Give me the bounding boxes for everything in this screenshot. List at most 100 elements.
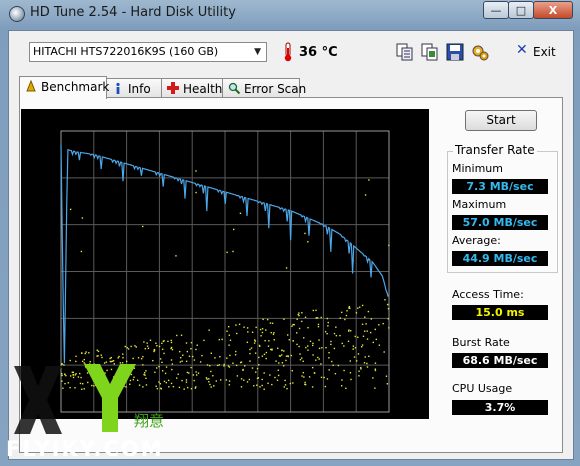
access-time-point [291, 325, 293, 327]
access-time-point [156, 345, 158, 347]
title-bar[interactable]: HD Tune 2.54 - Hard Disk Utility — □ X [0, 0, 580, 26]
access-time-point [317, 325, 320, 328]
access-time-point [182, 354, 184, 356]
access-time-point [285, 359, 287, 362]
access-time-point [185, 342, 188, 344]
access-time-point [320, 363, 322, 365]
access-time-point [271, 348, 273, 350]
access-time-point [260, 335, 262, 337]
access-time-outlier [195, 191, 197, 194]
tab-health[interactable]: Health [161, 78, 223, 98]
access-time-point [235, 364, 238, 367]
minimize-button[interactable]: — [483, 1, 509, 19]
access-time-point [341, 342, 343, 345]
access-time-point [101, 356, 103, 359]
access-time-point [258, 344, 261, 347]
access-time-point [167, 340, 169, 343]
access-time-point [278, 362, 280, 364]
maximize-button[interactable]: □ [508, 1, 534, 19]
access-time-point [97, 350, 100, 353]
y-tick-label-left: 60 [41, 125, 55, 138]
tab-error-scan[interactable]: Error Scan [222, 78, 306, 98]
access-time-point [291, 370, 294, 372]
access-time-point [361, 304, 364, 307]
access-time-point [254, 339, 256, 341]
access-time-point [243, 326, 245, 328]
burst-rate-value: 68.6 MB/sec [452, 353, 548, 368]
access-time-outlier [81, 217, 84, 219]
access-time-point [282, 365, 285, 367]
access-time-point [388, 327, 390, 329]
x-tick-label: 90 [349, 413, 363, 419]
access-time-point [226, 330, 228, 332]
access-time-point [240, 386, 243, 388]
access-time-point [340, 311, 343, 314]
access-time-point [275, 360, 277, 362]
access-time-point [278, 355, 281, 357]
access-time-point [327, 325, 329, 327]
access-time-outlier [142, 225, 144, 228]
access-time-point [146, 345, 149, 347]
access-time-point [170, 346, 173, 349]
access-time-point [274, 376, 276, 379]
access-time-point [285, 355, 288, 357]
access-time-point [348, 330, 350, 332]
access-time-point [354, 335, 356, 338]
copy-text-icon[interactable] [395, 42, 415, 62]
access-time-point [374, 368, 377, 370]
save-icon[interactable] [445, 42, 465, 62]
access-time-point [261, 328, 264, 330]
access-time-point [266, 318, 269, 321]
tab-info[interactable]: Info [106, 78, 162, 98]
close-button[interactable]: X [533, 1, 573, 19]
thermometer-icon [284, 42, 292, 62]
access-time-point [170, 339, 172, 342]
access-time-point [155, 342, 157, 344]
y-tick-label-left: 50 [41, 172, 55, 185]
exit-button[interactable]: ✕ Exit [513, 42, 559, 62]
access-time-point [263, 372, 265, 374]
access-time-point [290, 354, 293, 357]
access-time-point [374, 362, 377, 364]
access-time-point [236, 332, 238, 335]
access-time-point [265, 357, 267, 360]
access-time-point [281, 362, 284, 364]
copy-screenshot-icon[interactable] [420, 42, 440, 62]
start-button[interactable]: Start [465, 110, 537, 131]
access-time-point [331, 360, 333, 363]
access-time-point [219, 356, 221, 358]
access-time-point [374, 387, 376, 389]
access-time-point [251, 331, 254, 333]
drive-select[interactable]: HITACHI HTS722016K9S (160 GB) ▼ [29, 42, 267, 62]
access-time-point [308, 376, 311, 378]
options-icon[interactable] [470, 42, 490, 62]
access-time-point [307, 326, 309, 329]
access-time-point [253, 342, 256, 344]
benchmark-icon [26, 80, 36, 92]
access-time-point [298, 314, 300, 317]
access-time-point [210, 352, 212, 354]
access-time-point [255, 371, 257, 373]
temperature-value: 36 °C [299, 45, 338, 60]
access-time-outlier [364, 194, 367, 196]
access-time-point [270, 331, 272, 334]
access-time-point [276, 347, 279, 349]
exit-icon: ✕ [516, 42, 528, 58]
access-time-point [223, 365, 225, 367]
y-axis-label-right: ms [367, 116, 384, 129]
access-time-point [212, 375, 214, 377]
access-time-outlier [285, 267, 288, 269]
tab-benchmark[interactable]: Benchmark [19, 76, 109, 99]
access-time-point [280, 354, 283, 356]
access-time-point [355, 312, 358, 314]
access-time-point [249, 360, 251, 362]
access-time-point [365, 323, 367, 325]
access-time-point [301, 375, 303, 377]
access-time-point [345, 387, 347, 390]
access-time-point [161, 348, 164, 350]
access-time-point [299, 353, 301, 355]
access-time-point [216, 364, 219, 367]
access-time-point [382, 322, 384, 325]
maximum-label: Maximum [452, 198, 507, 211]
access-time-point [249, 352, 251, 355]
